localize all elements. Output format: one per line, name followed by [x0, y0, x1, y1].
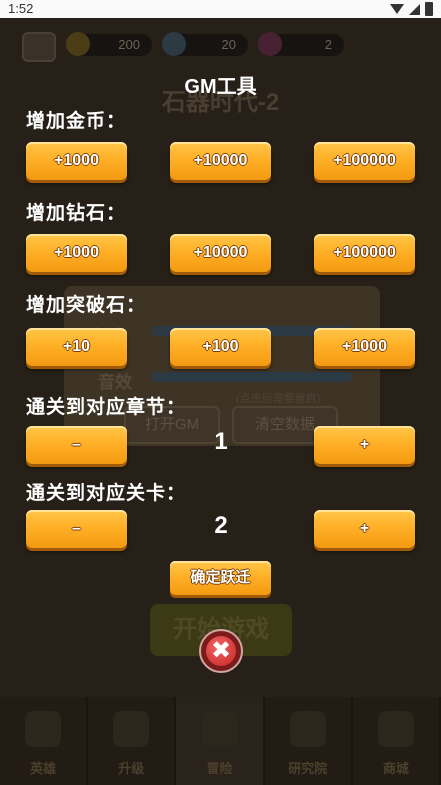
battery-icon	[425, 2, 433, 16]
diamond-icon	[162, 32, 186, 56]
sfx-slider	[152, 372, 352, 382]
confirm-warp-button[interactable]: 确定跃迁	[170, 561, 271, 595]
add-diamond-label: 增加钻石：	[26, 203, 127, 224]
chapter-decrease-button[interactable]: –	[26, 426, 127, 464]
chapter-label: 通关到对应章节：	[26, 397, 187, 418]
wifi-icon	[390, 4, 404, 14]
diamond-counter: 20	[162, 32, 248, 56]
breakstone-icon	[258, 32, 282, 56]
add-diamond-1000-button[interactable]: +1000	[26, 234, 127, 272]
add-breakstone-label: 增加突破石：	[26, 295, 147, 316]
add-diamond-10000-button[interactable]: +10000	[170, 234, 271, 272]
nav-tab-heroes: 英雄	[0, 697, 89, 785]
chapter-increase-button[interactable]: +	[314, 426, 415, 464]
add-gold-10000-button[interactable]: +10000	[170, 142, 271, 180]
nav-tab-label: 研究院	[288, 761, 328, 776]
resource-bar: 200 20 2	[18, 30, 423, 62]
nav-tab-label: 冒险	[206, 761, 233, 776]
sfx-label: 音效	[98, 373, 132, 392]
close-button[interactable]: ✖	[199, 629, 243, 673]
status-icons	[390, 2, 433, 16]
shop-stall-icon	[377, 711, 414, 747]
gold-value: 200	[118, 37, 140, 52]
gold-counter: 200	[66, 32, 152, 56]
status-time: 1:52	[8, 1, 34, 16]
gear-icon	[22, 32, 56, 62]
nav-tab-shop: 商城	[352, 697, 441, 785]
helmet-icon	[25, 711, 62, 747]
level-value: 2	[214, 512, 228, 539]
breakstone-counter: 2	[258, 32, 344, 56]
crossed-swords-icon	[201, 711, 238, 747]
nav-tab-research: 研究院	[264, 697, 353, 785]
nav-tab-adventure: 冒险	[176, 697, 265, 785]
upgrade-arrow-icon	[113, 711, 150, 747]
add-gold-100000-button[interactable]: +100000	[314, 142, 415, 180]
add-gold-1000-button[interactable]: +1000	[26, 142, 127, 180]
add-breakstone-10-button[interactable]: +10	[26, 328, 127, 366]
level-increase-button[interactable]: +	[314, 510, 415, 548]
add-breakstone-100-button[interactable]: +100	[170, 328, 271, 366]
nav-tab-label: 英雄	[30, 761, 57, 776]
lock-icon	[289, 711, 326, 747]
status-bar: 1:52	[0, 0, 441, 18]
add-gold-label: 增加金币：	[26, 111, 127, 132]
gold-coin-icon	[66, 32, 90, 56]
bottom-nav: 英雄 升级 冒险 研究院 商城	[0, 697, 441, 785]
level-decrease-button[interactable]: –	[26, 510, 127, 548]
close-icon-circle: ✖	[206, 636, 236, 666]
close-icon: ✖	[210, 637, 232, 664]
diamond-value: 20	[221, 37, 236, 52]
nav-tab-label: 升级	[118, 761, 145, 776]
nav-tab-upgrade: 升级	[88, 697, 177, 785]
level-label: 通关到对应关卡：	[26, 483, 187, 504]
add-breakstone-1000-button[interactable]: +1000	[314, 328, 415, 366]
restart-note: (点击后需要重启)	[236, 393, 321, 405]
chapter-value: 1	[214, 428, 228, 455]
add-diamond-100000-button[interactable]: +100000	[314, 234, 415, 272]
gm-title: GM工具	[184, 76, 257, 98]
breakstone-value: 2	[324, 37, 332, 52]
nav-tab-label: 商城	[382, 761, 409, 776]
signal-icon	[409, 3, 420, 15]
